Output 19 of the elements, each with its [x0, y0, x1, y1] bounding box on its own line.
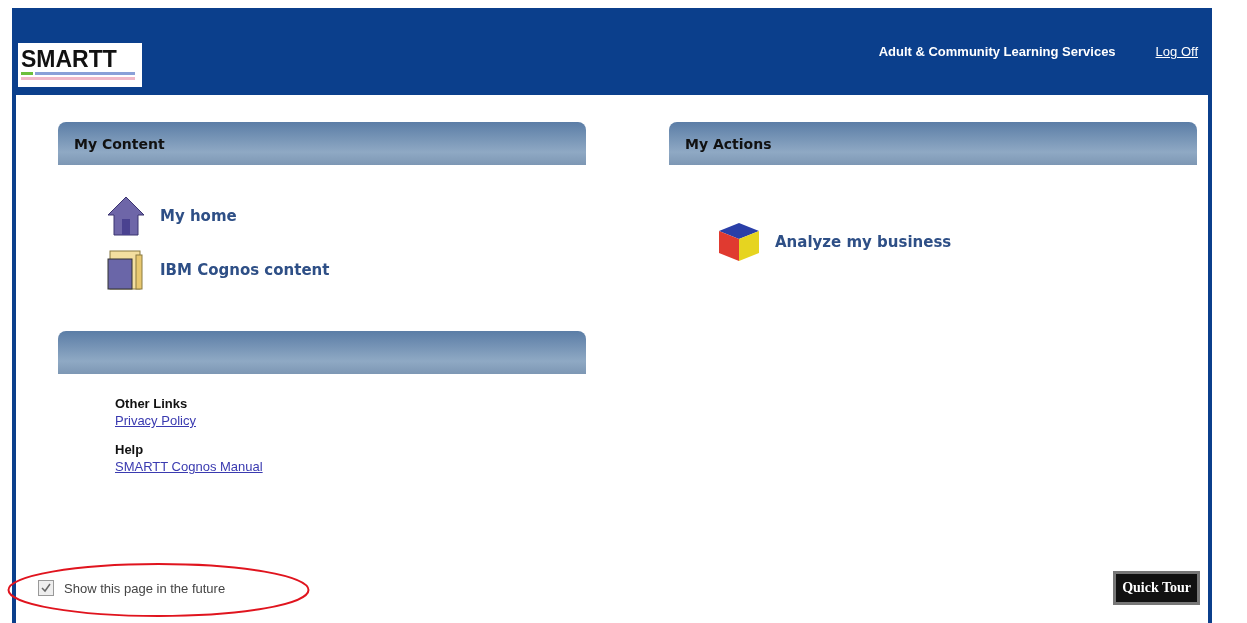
content-link[interactable]: IBM Cognos content: [106, 249, 330, 291]
content-link[interactable]: Analyze my business: [717, 221, 952, 263]
link-group-heading: Help: [115, 442, 145, 457]
log-off-link[interactable]: Log Off: [1155, 44, 1198, 59]
checkbox-label: Show this page in the future: [64, 580, 226, 596]
checkbox[interactable]: [38, 580, 54, 596]
panel-header: My Content: [58, 122, 586, 165]
quick-tour-button[interactable]: Quick Tour: [1113, 571, 1200, 605]
folder-icon: [106, 249, 146, 291]
panel-header: My Actions: [669, 122, 1197, 165]
house-icon: [106, 195, 146, 237]
logo-stripes-icon: [21, 71, 137, 81]
help-link[interactable]: SMARTT Cognos Manual: [115, 459, 586, 474]
link-group-heading: Other Links: [115, 396, 189, 411]
logo: SMARTT: [18, 42, 142, 87]
cube-icon: [717, 221, 761, 263]
organization-name: Adult & Community Learning Services: [878, 44, 1116, 59]
help-link[interactable]: Privacy Policy: [115, 413, 586, 428]
content-link[interactable]: My home: [106, 195, 237, 237]
